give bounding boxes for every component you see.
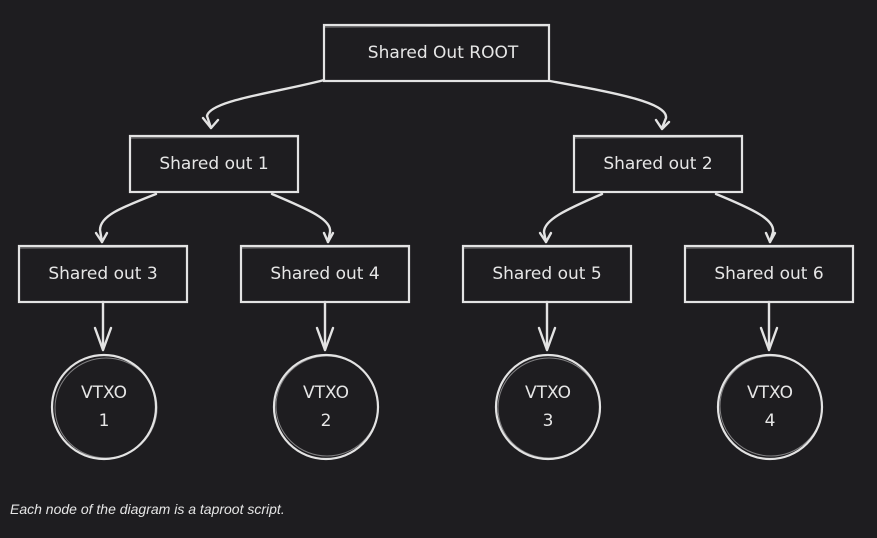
edge-shared-out-2-to-shared-out-5 [538,192,604,244]
node-label: Shared Out ROOT [368,43,519,63]
edge-shared-out-1-to-shared-out-4 [270,192,335,244]
node-label-line2: 3 [543,411,554,431]
node-label-line1: VTXO [81,383,127,403]
edge-root-to-shared-out-1 [201,78,326,130]
edge-shared-out-6-to-vtxo-4 [759,300,779,352]
node-vtxo-1[interactable]: VTXO 1 [50,353,158,461]
node-label: Shared out 1 [159,154,268,174]
node-shared-out-4[interactable]: Shared out 4 [239,244,411,304]
node-label: Shared out 4 [270,264,379,284]
node-label-line1: VTXO [303,383,349,403]
node-vtxo-2[interactable]: VTXO 2 [272,353,380,461]
tree-diagram: Shared Out ROOT Shared out 1 Shared out … [17,23,855,461]
edge-root-to-shared-out-2 [548,79,671,131]
node-shared-out-2[interactable]: Shared out 2 [572,134,744,194]
node-shared-out-1[interactable]: Shared out 1 [128,134,300,194]
node-shared-out-6[interactable]: Shared out 6 [683,244,855,304]
node-label: Shared out 6 [714,264,823,284]
node-shared-out-root[interactable]: Shared Out ROOT [322,23,551,83]
node-label-line2: 1 [99,411,110,431]
edge-shared-out-4-to-vtxo-2 [315,300,335,352]
edge-shared-out-5-to-vtxo-3 [537,300,557,352]
node-label-line1: VTXO [525,383,571,403]
node-shared-out-5[interactable]: Shared out 5 [461,244,633,304]
node-label-line2: 4 [765,411,776,431]
node-shared-out-3[interactable]: Shared out 3 [17,244,189,304]
node-label-line2: 2 [321,411,332,431]
edges [93,78,779,352]
diagram-caption: Each node of the diagram is a taproot sc… [10,501,285,517]
node-label: Shared out 5 [492,264,601,284]
node-label: Shared out 3 [48,264,157,284]
node-vtxo-4[interactable]: VTXO 4 [716,353,824,461]
edge-shared-out-1-to-shared-out-3 [94,192,158,244]
node-vtxo-3[interactable]: VTXO 3 [494,353,602,461]
node-label-line1: VTXO [747,383,793,403]
node-label: Shared out 2 [603,154,712,174]
edge-shared-out-2-to-shared-out-6 [714,192,777,244]
edge-shared-out-3-to-vtxo-1 [93,300,113,352]
